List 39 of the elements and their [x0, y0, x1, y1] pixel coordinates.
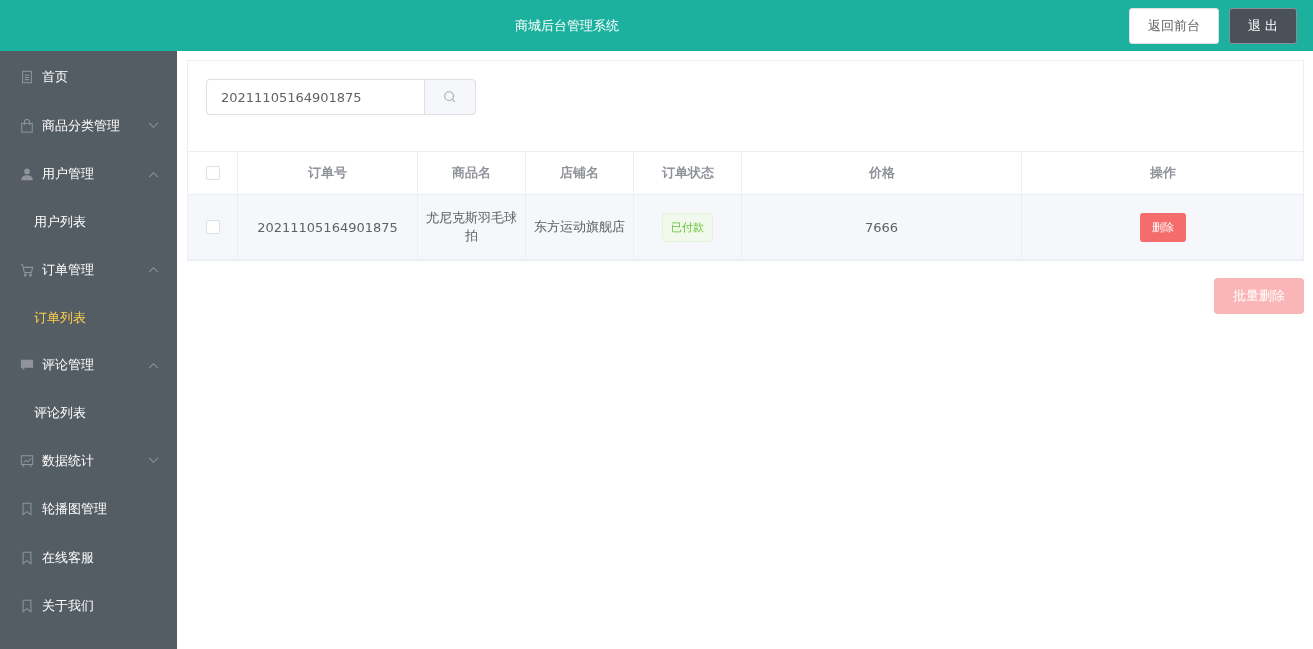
menu-item[interactable]: 首页	[0, 53, 177, 102]
checkbox[interactable]	[205, 166, 220, 180]
search-icon	[443, 90, 457, 104]
header-button[interactable]: 退 出	[1228, 7, 1297, 44]
status-tag: 已付款	[662, 212, 713, 242]
column-header: 店铺名	[560, 164, 599, 182]
user-icon	[20, 167, 34, 182]
menu-item[interactable]: 商品分类管理	[0, 101, 177, 150]
search-field[interactable]: 20211105164901875	[206, 79, 424, 115]
header-button[interactable]: 返回前台	[1128, 7, 1219, 44]
document-icon	[20, 70, 34, 85]
column-header: 订单状态	[661, 164, 714, 182]
cart-icon	[20, 262, 34, 277]
app-title: 商城后台管理系统	[515, 16, 619, 35]
bookmark-icon	[20, 502, 34, 517]
column-header: 价格	[868, 164, 895, 182]
submenu-item[interactable]: 订单列表	[0, 294, 177, 341]
checkbox[interactable]	[205, 220, 220, 234]
column-header: 操作	[1149, 164, 1176, 182]
menu-item[interactable]: 关于我们	[0, 582, 177, 631]
search-button[interactable]	[424, 79, 476, 115]
menu-item[interactable]: 轮播图管理	[0, 485, 177, 534]
table-cell: 7666	[864, 219, 899, 235]
chart-icon	[20, 453, 34, 468]
column-header: 商品名	[452, 164, 491, 182]
submenu-item[interactable]: 用户列表	[0, 198, 177, 246]
bag-icon	[20, 118, 34, 133]
table-cell: 东方运动旗舰店	[534, 218, 625, 236]
table-cell: 20211105164901875	[257, 219, 398, 235]
column-header: 订单号	[308, 164, 347, 182]
menu-item[interactable]: 订单管理	[0, 245, 177, 294]
bookmark-icon	[20, 550, 34, 565]
table-cell-text: 尤尼克斯羽毛球拍	[425, 209, 518, 245]
submenu-item[interactable]: 评论列表	[0, 389, 177, 437]
bookmark-icon	[20, 599, 34, 614]
menu-item[interactable]: 数据统计	[0, 436, 177, 485]
menu-item[interactable]: 评论管理	[0, 341, 177, 390]
menu-item[interactable]: 用户管理	[0, 150, 177, 199]
menu-item[interactable]: 在线客服	[0, 533, 177, 582]
